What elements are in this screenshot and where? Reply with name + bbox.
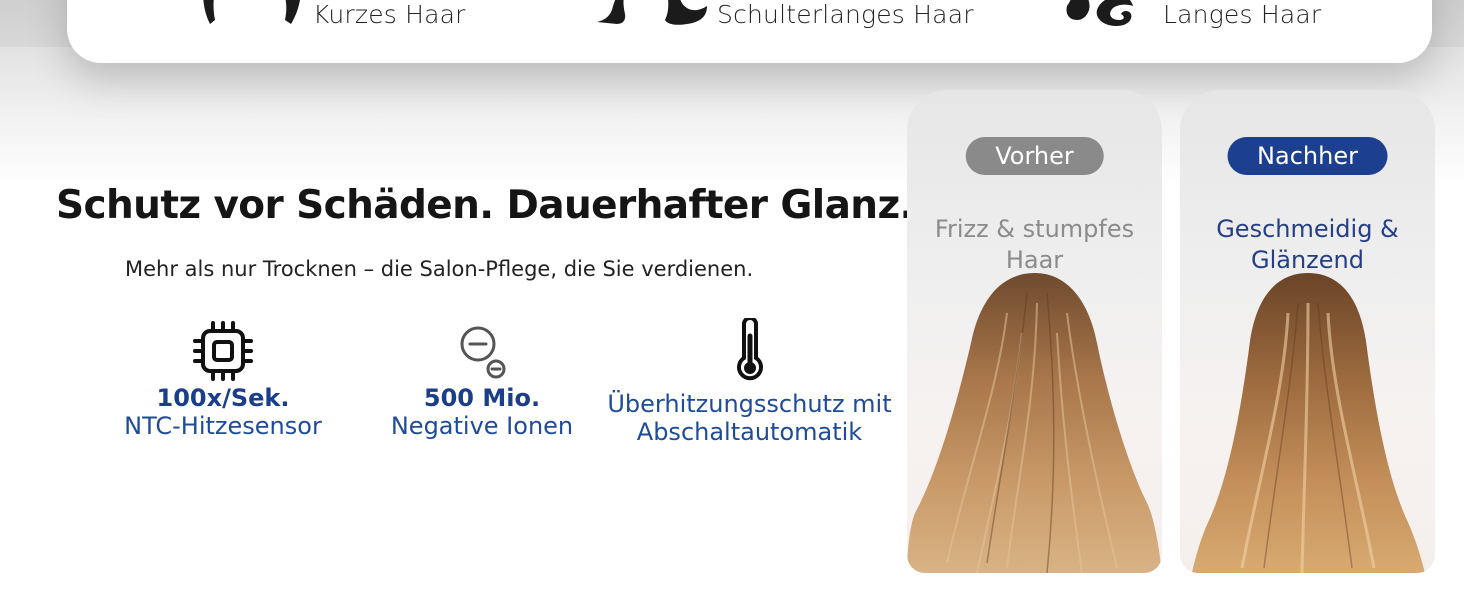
subline: Mehr als nur Trocknen – die Salon-Pflege… [125, 257, 754, 281]
thermometer-icon [736, 318, 763, 381]
negative-ions-icon [460, 326, 506, 379]
after-caption: Geschmeidig & Glänzend [1180, 214, 1435, 276]
feature-overheat-protection: Überhitzungsschutz mit Abschaltautomatik [598, 318, 901, 446]
before-caption-line2: Haar [1005, 246, 1064, 274]
glossy-hair-image [1192, 273, 1425, 573]
feature-ntc-sensor: 100x/Sek. NTC-Hitzesensor [113, 318, 333, 440]
hair-option-shoulder[interactable]: Schulterlanges Haar [595, 0, 974, 40]
shoulder-hair-icon [597, 0, 707, 25]
after-card: Nachher Geschmeidig & Glänzend [1180, 90, 1435, 573]
feature-negative-ions: 500 Mio. Negative Ionen [382, 318, 582, 440]
hair-option-label: Schulterlanges Haar [717, 0, 974, 29]
chip-sensor-icon [193, 321, 253, 381]
before-caption: Frizz & stumpfes Haar [907, 214, 1162, 276]
hair-option-label: Kurzes Haar [313, 0, 466, 29]
long-hair-icon [1066, 0, 1133, 26]
after-caption-line2: Glänzend [1251, 246, 1364, 274]
before-caption-line1: Frizz & stumpfes [934, 215, 1135, 243]
hair-type-selector: Kurzes Haar Schulterlanges Haar Langes H… [67, 0, 1432, 63]
before-badge: Vorher [965, 137, 1104, 175]
before-card: Vorher Frizz & stumpfes Haar [907, 90, 1162, 573]
feature-value: 100x/Sek. [156, 384, 290, 412]
after-badge: Nachher [1227, 137, 1388, 175]
short-hair-icon [203, 0, 300, 24]
frizzy-hair-image [907, 273, 1162, 573]
after-caption-line1: Geschmeidig & [1216, 215, 1399, 243]
feature-description-line1: Überhitzungsschutz mit [607, 390, 892, 418]
feature-value: 500 Mio. [423, 384, 541, 412]
feature-description: Negative Ionen [390, 412, 574, 440]
feature-description: NTC-Hitzesensor [124, 412, 322, 440]
hair-option-short[interactable]: Kurzes Haar [201, 0, 466, 40]
hair-option-label: Langes Haar [1163, 0, 1322, 29]
feature-description-line2: Abschaltautomatik [636, 418, 863, 446]
headline: Schutz vor Schäden. Dauerhafter Glanz. [56, 183, 914, 228]
hair-option-long[interactable]: Langes Haar [1063, 0, 1321, 40]
